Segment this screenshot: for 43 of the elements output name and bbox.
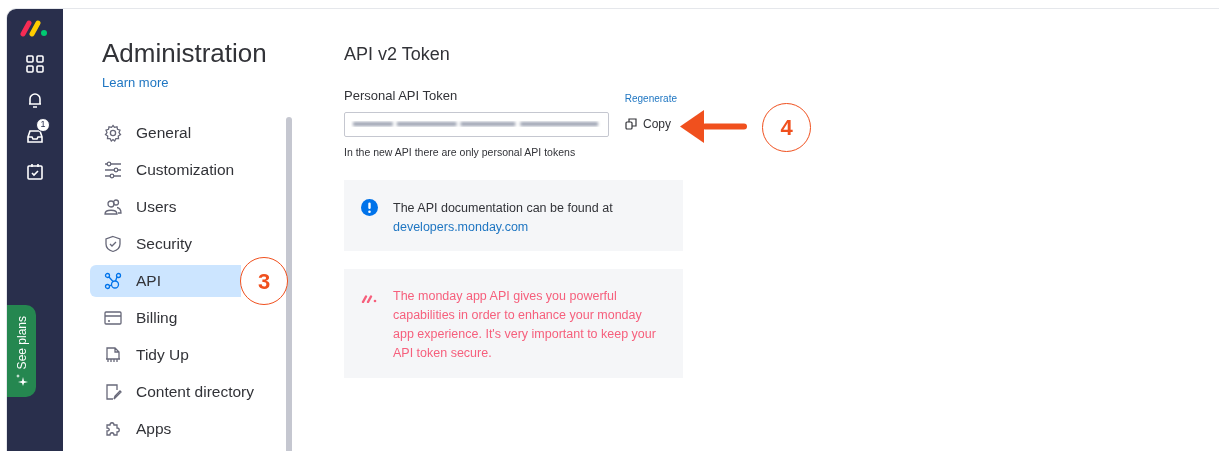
nodes-icon (104, 271, 122, 290)
users-icon (104, 197, 122, 216)
sparkle-icon (15, 373, 28, 386)
inbox-icon[interactable] (26, 127, 44, 145)
nav-item[interactable]: Content directory (90, 375, 289, 408)
learn-more-link[interactable]: Learn more (102, 73, 169, 93)
arrow-icon (680, 110, 747, 143)
scrollbar[interactable] (286, 117, 292, 451)
nav-item[interactable]: Tidy Up (90, 338, 289, 371)
puzzle-icon (104, 419, 122, 438)
bell-icon[interactable] (26, 91, 44, 109)
sliders-icon (104, 160, 122, 179)
calendar-check-icon[interactable] (26, 163, 44, 181)
section-title: API v2 Token (344, 43, 451, 65)
page-title: Administration (102, 37, 268, 69)
nav-item[interactable]: Apps (90, 412, 289, 445)
notification-badge: 1 (36, 118, 50, 132)
nav-item[interactable]: General (90, 116, 289, 149)
documentation-link[interactable]: developers.monday.com (393, 218, 529, 238)
step-number-badge: 3 (240, 257, 288, 305)
field-label: Personal API Token (344, 87, 458, 105)
regenerate-link[interactable]: Regenerate (624, 90, 677, 106)
hint-text: In the new API there are only personal API tokens (344, 144, 577, 160)
nav-item[interactable]: API (90, 264, 241, 297)
logo-icon (361, 295, 378, 304)
see-plans-button[interactable]: See plans (7, 305, 36, 397)
grid-icon[interactable] (26, 55, 44, 73)
receipt-icon (104, 345, 122, 364)
nav-item[interactable]: Security (90, 227, 289, 260)
token-field[interactable] (344, 111, 609, 137)
document-pen-icon (104, 382, 122, 401)
copy-icon (625, 118, 637, 130)
logo-icon (20, 19, 50, 37)
gear-icon (104, 123, 122, 142)
info-text: The API documentation can be found at (393, 200, 613, 218)
notice-text: The monday app API gives you powerful capabilities in order to enhance your monday app experience. It's very important to keep your API token secure. (393, 288, 657, 363)
step-number-badge: 4 (762, 103, 811, 152)
exclamation-icon (361, 199, 378, 217)
copy-button[interactable]: Copy (625, 115, 671, 133)
nav-item[interactable]: Customization (90, 153, 289, 186)
card-icon (104, 308, 122, 327)
shield-icon (104, 234, 122, 253)
nav-item[interactable]: Users (90, 190, 289, 223)
